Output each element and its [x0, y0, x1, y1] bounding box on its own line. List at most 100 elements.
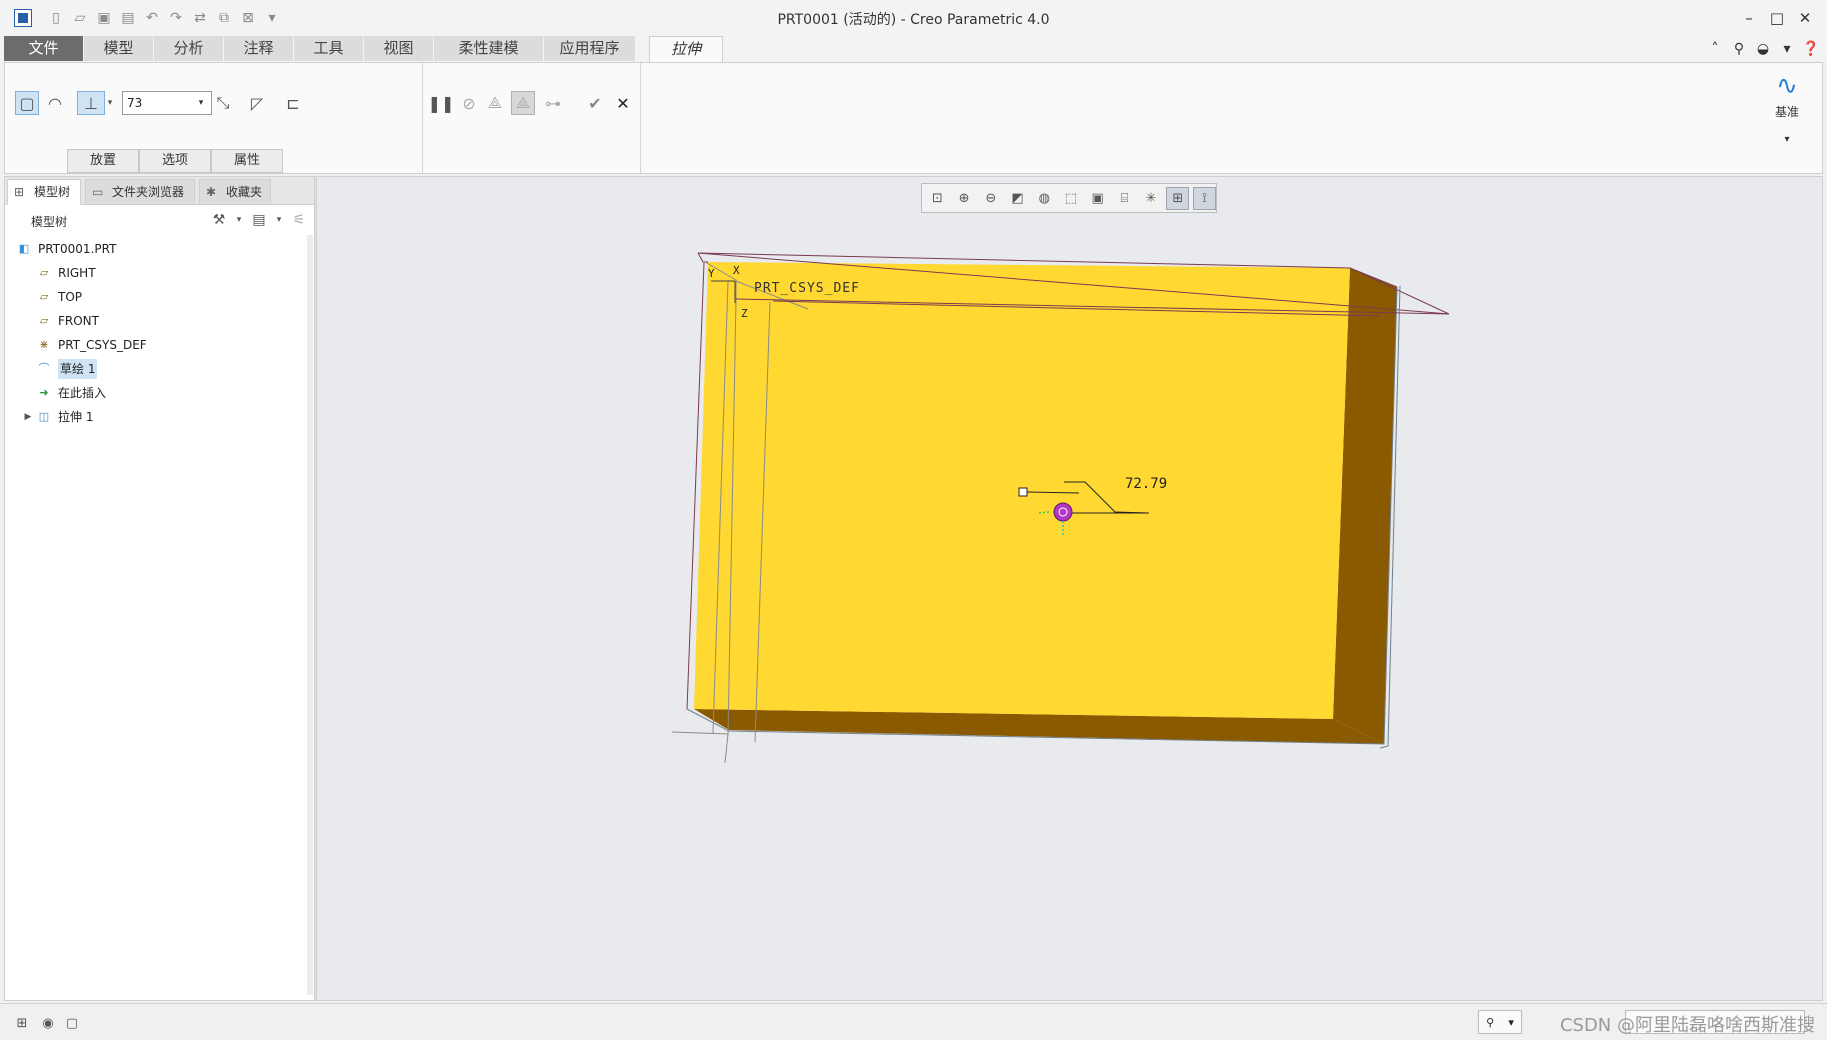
tab-file[interactable]: 文件 — [4, 36, 84, 61]
maximize-icon[interactable]: □ — [1763, 6, 1791, 30]
save-icon[interactable]: ▤ — [118, 8, 138, 28]
remove-material-icon[interactable]: ◸ — [245, 91, 269, 115]
perspective-icon[interactable]: ⌸ — [1113, 187, 1136, 210]
tree-node-extrude[interactable]: ▶ ◫ 拉伸 1 — [5, 405, 314, 429]
tree-node-part[interactable]: ◧ PRT0001.PRT — [5, 237, 314, 261]
tree-node-sketch[interactable]: ⌒ 草绘 1 — [5, 357, 314, 381]
saved-orientations-icon[interactable]: ⬚ — [1060, 187, 1083, 210]
tab-applications[interactable]: 应用程序 — [544, 36, 636, 61]
datum-group[interactable]: ∿ 基准 ▾ — [1762, 69, 1812, 145]
csys-z-label: Z — [741, 307, 748, 320]
tree-node-top[interactable]: ▱ TOP — [5, 285, 314, 309]
spin-center-icon[interactable]: ⟟ — [1193, 186, 1216, 210]
surface-icon[interactable]: ◠ — [43, 91, 67, 115]
collapse-ribbon-icon[interactable]: ˄ — [1705, 39, 1725, 59]
no-preview-icon[interactable]: ⊘ — [457, 91, 481, 115]
edge-corner — [697, 252, 708, 263]
thicken-sketch-icon[interactable]: ⊏ — [281, 91, 305, 115]
tab-model-tree[interactable]: ⊞ 模型树 — [7, 179, 81, 205]
title-bar: ▯ ▱ ▣ ▤ ↶ ↷ ⇄ ⧉ ⊠ ▾ PRT0001 (活动的) - Creo… — [0, 0, 1827, 36]
datum-display-icon[interactable]: ✳ — [1140, 187, 1163, 210]
tree-settings-icon[interactable]: ⚒ — [210, 210, 228, 230]
detached-preview-icon[interactable]: ⟁ — [511, 91, 535, 115]
tab-favorites[interactable]: ✱ 收藏夹 — [199, 179, 271, 205]
tab-analysis[interactable]: 分析 — [154, 36, 224, 61]
tree-node-insert-here[interactable]: ➜ 在此插入 — [5, 381, 314, 405]
tab-annotate[interactable]: 注释 — [224, 36, 294, 61]
tab-folder-browser[interactable]: ▭ 文件夹浏览器 — [85, 179, 195, 205]
confirm-icon[interactable]: ✔ — [583, 91, 607, 115]
view-manager-icon[interactable]: ▣ — [1086, 187, 1109, 210]
depth-blind-icon[interactable]: ⊥ — [77, 91, 105, 115]
open-recent-icon[interactable]: ▣ — [94, 8, 114, 28]
verify-icon[interactable]: ⊶ — [541, 91, 565, 115]
tab-model[interactable]: 模型 — [84, 36, 154, 61]
depth-drag-handle[interactable] — [1018, 487, 1028, 497]
depth-dimension-value[interactable]: 72.79 — [1125, 476, 1167, 492]
find-filter[interactable]: ⚲ ▾ — [1478, 1010, 1522, 1034]
tree-node-csys[interactable]: ⋇ PRT_CSYS_DEF — [5, 333, 314, 357]
tab-tools[interactable]: 工具 — [294, 36, 364, 61]
minimize-icon[interactable]: – — [1735, 6, 1763, 30]
datum-label: 基准 — [1774, 105, 1799, 119]
regenerate-icon[interactable]: ⇄ — [190, 8, 210, 28]
tab-view[interactable]: 视图 — [364, 36, 434, 61]
depth-options-dropdown-icon[interactable]: ▾ — [103, 91, 117, 115]
open-icon[interactable]: ▱ — [70, 8, 90, 28]
tree-show-icon[interactable]: ▤ — [250, 210, 268, 230]
datum-plane-icon: ▱ — [39, 314, 49, 327]
zoom-out-icon[interactable]: ⊖ — [979, 187, 1002, 210]
quick-access-toolbar: ▯ ▱ ▣ ▤ ↶ ↷ ⇄ ⧉ ⊠ ▾ — [46, 8, 282, 28]
depth-value-dropdown-icon[interactable]: ▾ — [192, 92, 210, 114]
tab-extrude[interactable]: 拉伸 — [649, 36, 723, 62]
tree-filter-icon[interactable]: ⚟ — [290, 210, 308, 230]
full-screen-icon[interactable]: ▢ — [62, 1013, 82, 1033]
tree-node-front[interactable]: ▱ FRONT — [5, 309, 314, 333]
find-icon[interactable]: ⚲ — [1486, 1016, 1494, 1029]
model-tree-header: 模型树 ⚒ ▾ ▤ ▾ ⚟ — [5, 205, 314, 235]
community-icon[interactable]: ◒ — [1753, 39, 1773, 59]
datum-dropdown-icon[interactable]: ▾ — [1762, 134, 1812, 145]
close-icon[interactable]: ✕ — [1791, 6, 1819, 30]
cancel-icon[interactable]: ✕ — [611, 91, 635, 115]
csys-icon: ⋇ — [39, 338, 49, 351]
navigator-panel: ⊞ 模型树 ▭ 文件夹浏览器 ✱ 收藏夹 模型树 ⚒ ▾ ▤ ▾ ⚟ ◧ PRT… — [4, 176, 315, 1001]
attached-preview-icon[interactable]: ⟁ — [483, 91, 507, 115]
display-style-icon[interactable]: ◍ — [1033, 187, 1056, 210]
tab-flexible-modeling[interactable]: 柔性建模 — [434, 36, 544, 61]
model-tree-scrollbar[interactable] — [307, 235, 313, 995]
customize-icon[interactable]: ▾ — [262, 8, 282, 28]
tree-node-right[interactable]: ▱ RIGHT — [5, 261, 314, 285]
undo-icon[interactable]: ↶ — [142, 8, 162, 28]
model-tree-title: 模型树 — [31, 215, 68, 229]
solid-icon[interactable]: ▢ — [15, 91, 39, 115]
flip-direction-icon[interactable]: ⤡ — [211, 91, 235, 115]
window-icon[interactable]: ⧉ — [214, 8, 234, 28]
dropdown-icon[interactable]: ▾ — [1777, 39, 1797, 59]
search-icon[interactable]: ⚲ — [1729, 39, 1749, 59]
status-bar: ⊞ ◉ ▢ ⚲ ▾ CSDN @阿里陆磊咯啥西斯准搜 — [0, 1003, 1827, 1040]
subtab-options[interactable]: 选项 — [139, 149, 211, 173]
redo-icon[interactable]: ↷ — [166, 8, 186, 28]
show-browser-icon[interactable]: ◉ — [38, 1013, 58, 1033]
expand-arrow-icon[interactable]: ▶ — [21, 410, 35, 424]
zoom-in-icon[interactable]: ⊕ — [953, 187, 976, 210]
graphics-window[interactable]: Y X Z PRT_CSYS_DEF 72.79 ⊡ ⊕ ⊖ ◩ ◍ ⬚ ▣ ⌸… — [316, 176, 1823, 1001]
find-dropdown-icon[interactable]: ▾ — [1508, 1016, 1514, 1029]
annotation-display-icon[interactable]: ⊞ — [1166, 186, 1190, 210]
sketch-green-axis — [1038, 511, 1050, 514]
csys-name-label: PRT_CSYS_DEF — [754, 281, 860, 296]
tree-show-dropdown-icon[interactable]: ▾ — [274, 210, 284, 230]
close-window-icon[interactable]: ⊠ — [238, 8, 258, 28]
show-navigator-icon[interactable]: ⊞ — [12, 1013, 32, 1033]
help-icon[interactable]: ❓ — [1801, 39, 1821, 59]
pause-icon[interactable]: ❚❚ — [428, 91, 455, 115]
new-icon[interactable]: ▯ — [46, 8, 66, 28]
repaint-icon[interactable]: ◩ — [1006, 187, 1029, 210]
subtab-placement[interactable]: 放置 — [67, 149, 139, 173]
subtab-properties[interactable]: 属性 — [211, 149, 283, 173]
app-menu-icon[interactable] — [14, 9, 32, 27]
refit-icon[interactable]: ⊡ — [926, 187, 949, 210]
tree-settings-dropdown-icon[interactable]: ▾ — [234, 210, 244, 230]
extrude-drag-point[interactable] — [1053, 502, 1073, 522]
